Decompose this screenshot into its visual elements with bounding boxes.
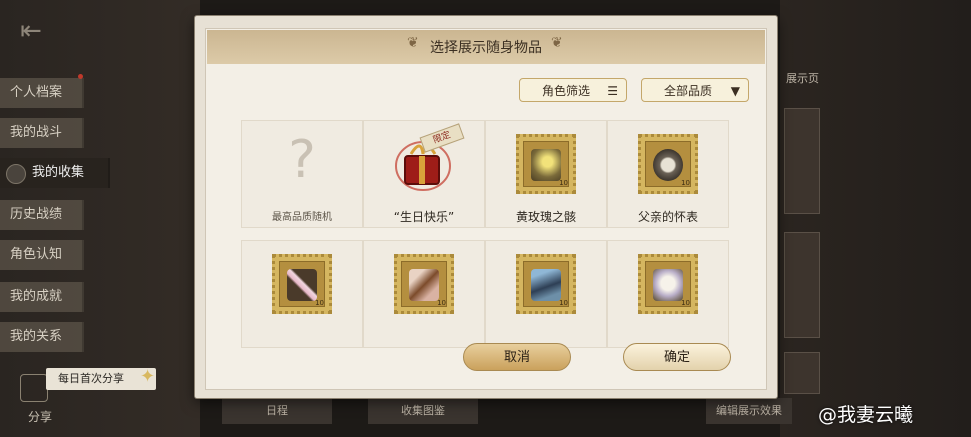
- share-label[interactable]: 分享: [28, 408, 52, 425]
- stamp-value: 10: [681, 299, 690, 307]
- laurel-right-icon: ❦: [551, 35, 563, 51]
- sidebar-item-label: 我的战斗: [10, 125, 63, 140]
- item-cell-random[interactable]: ? 最高品质随机: [241, 120, 363, 228]
- item-cell[interactable]: 10: [485, 240, 607, 348]
- item-grid: ? 最高品质随机 限定 “生日快乐” 10 黄玫瑰之骸 10 父亲的怀表 10 …: [241, 120, 729, 348]
- shield-icon: [6, 164, 26, 184]
- sidebar-item-label: 我的收集: [32, 165, 85, 180]
- dancer-icon: [287, 269, 317, 301]
- stamp-icon: 10: [638, 134, 698, 194]
- tab-schedule[interactable]: 日程: [222, 398, 332, 424]
- question-mark-icon: ?: [288, 130, 316, 190]
- stamp-icon: 10: [516, 134, 576, 194]
- confirm-button[interactable]: 确定: [623, 343, 731, 371]
- item-cell[interactable]: 10 父亲的怀表: [607, 120, 729, 228]
- item-label: 父亲的怀表: [637, 210, 698, 224]
- list-icon: ☰: [607, 84, 618, 98]
- pocket-watch-icon: [653, 149, 683, 181]
- stamp-icon: 10: [394, 254, 454, 314]
- sidebar-item-label: 我的成就: [10, 289, 63, 304]
- quill-icon: [409, 269, 439, 301]
- rose-icon: [531, 149, 561, 181]
- stamp-value: 10: [559, 179, 568, 187]
- sidebar-item-label: 我的关系: [10, 329, 63, 344]
- share-icon[interactable]: [20, 374, 48, 402]
- sidebar-item-history[interactable]: 历史战绩: [0, 200, 84, 230]
- cancel-button[interactable]: 取消: [463, 343, 571, 371]
- stamp-value: 10: [315, 299, 324, 307]
- stamp-icon: 10: [516, 254, 576, 314]
- background-card: [784, 232, 820, 338]
- item-cell[interactable]: 10: [241, 240, 363, 348]
- item-cell[interactable]: 限定 “生日快乐”: [363, 120, 485, 228]
- chevron-down-icon: ▼: [730, 84, 740, 98]
- sidebar-item-relations[interactable]: 我的关系: [0, 322, 84, 352]
- tab-collection-book[interactable]: 收集图鉴: [368, 398, 478, 424]
- quality-dropdown-label: 全部品质: [664, 84, 713, 98]
- tab-edit-display[interactable]: 编辑展示效果: [706, 398, 792, 424]
- right-panel-label: 展示页: [786, 72, 819, 85]
- stamp-icon: 10: [272, 254, 332, 314]
- sidebar-item-achievements[interactable]: 我的成就: [0, 282, 84, 312]
- role-filter-label: 角色筛选: [542, 84, 591, 98]
- ship-icon: [531, 269, 561, 301]
- stamp-value: 10: [559, 299, 568, 307]
- notification-dot: [78, 74, 83, 79]
- stamp-icon: 10: [638, 254, 698, 314]
- item-label: 最高品质随机: [272, 212, 332, 223]
- item-cell[interactable]: 10 黄玫瑰之骸: [485, 120, 607, 228]
- sidebar-item-battles[interactable]: 我的战斗: [0, 118, 84, 148]
- item-label: “生日快乐”: [393, 210, 455, 224]
- item-cell[interactable]: 10: [363, 240, 485, 348]
- sidebar-item-collection[interactable]: 我的收集: [0, 158, 110, 188]
- item-label: 黄玫瑰之骸: [515, 210, 576, 224]
- dress-icon: [653, 269, 683, 301]
- background-card: [784, 108, 820, 214]
- sidebar-item-label: 个人档案: [10, 85, 63, 100]
- sidebar-item-profile[interactable]: 个人档案: [0, 78, 84, 108]
- exit-icon[interactable]: ⇤: [14, 14, 48, 48]
- item-cell[interactable]: 10: [607, 240, 729, 348]
- watermark: @我妻云曦: [818, 404, 914, 426]
- sidebar-item-character[interactable]: 角色认知: [0, 240, 84, 270]
- stamp-value: 10: [437, 299, 446, 307]
- quality-dropdown[interactable]: 全部品质 ▼: [641, 78, 749, 102]
- reward-icon: ✦: [140, 366, 156, 387]
- sidebar-item-label: 角色认知: [10, 247, 63, 262]
- stamp-value: 10: [681, 179, 690, 187]
- sidebar-item-label: 历史战绩: [10, 207, 63, 222]
- modal-title: 选择展示随身物品: [430, 40, 542, 56]
- background-card: [784, 352, 820, 394]
- role-filter-button[interactable]: 角色筛选 ☰: [519, 78, 627, 102]
- modal-title-bar: ❦ 选择展示随身物品 ❦: [207, 30, 765, 64]
